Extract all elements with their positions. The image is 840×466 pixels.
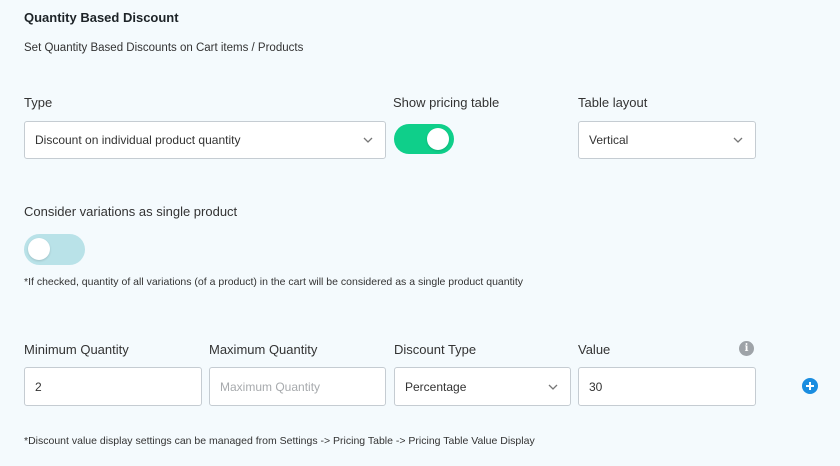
variations-label: Consider variations as single product	[24, 204, 238, 219]
discount-type-value: Percentage	[405, 379, 467, 394]
variations-note: *If checked, quantity of all variations …	[24, 276, 524, 288]
type-select[interactable]: Discount on individual product quantity	[24, 121, 386, 159]
toggle-knob	[427, 128, 449, 150]
min-quantity-label: Minimum Quantity	[24, 342, 129, 357]
chevron-down-icon	[361, 133, 375, 147]
type-label: Type	[24, 95, 53, 110]
max-quantity-placeholder: Maximum Quantity	[220, 379, 321, 394]
discount-type-select[interactable]: Percentage	[394, 367, 571, 406]
pricing-table-label: Show pricing table	[393, 95, 500, 110]
pricing-table-toggle[interactable]	[394, 124, 454, 154]
toggle-knob	[28, 238, 50, 260]
table-layout-select[interactable]: Vertical	[578, 121, 756, 159]
max-quantity-label: Maximum Quantity	[209, 342, 318, 357]
plus-circle-icon[interactable]	[802, 378, 818, 394]
variations-toggle[interactable]	[24, 234, 85, 265]
section-title: Quantity Based Discount	[24, 10, 179, 25]
table-layout-value: Vertical	[589, 133, 629, 147]
discount-type-label: Discount Type	[394, 342, 477, 357]
value-input-value: 30	[589, 379, 603, 394]
min-quantity-value: 2	[35, 379, 42, 394]
value-input[interactable]: 30	[578, 367, 756, 406]
max-quantity-input[interactable]: Maximum Quantity	[209, 367, 386, 406]
info-icon[interactable]: i	[739, 341, 754, 356]
type-select-value: Discount on individual product quantity	[35, 133, 241, 147]
value-label: Value	[578, 342, 611, 357]
footer-note: *Discount value display settings can be …	[24, 435, 535, 447]
section-subtitle: Set Quantity Based Discounts on Cart ite…	[24, 42, 304, 54]
table-layout-label: Table layout	[578, 95, 648, 110]
chevron-down-icon	[546, 380, 560, 394]
min-quantity-input[interactable]: 2	[24, 367, 202, 406]
chevron-down-icon	[731, 133, 745, 147]
